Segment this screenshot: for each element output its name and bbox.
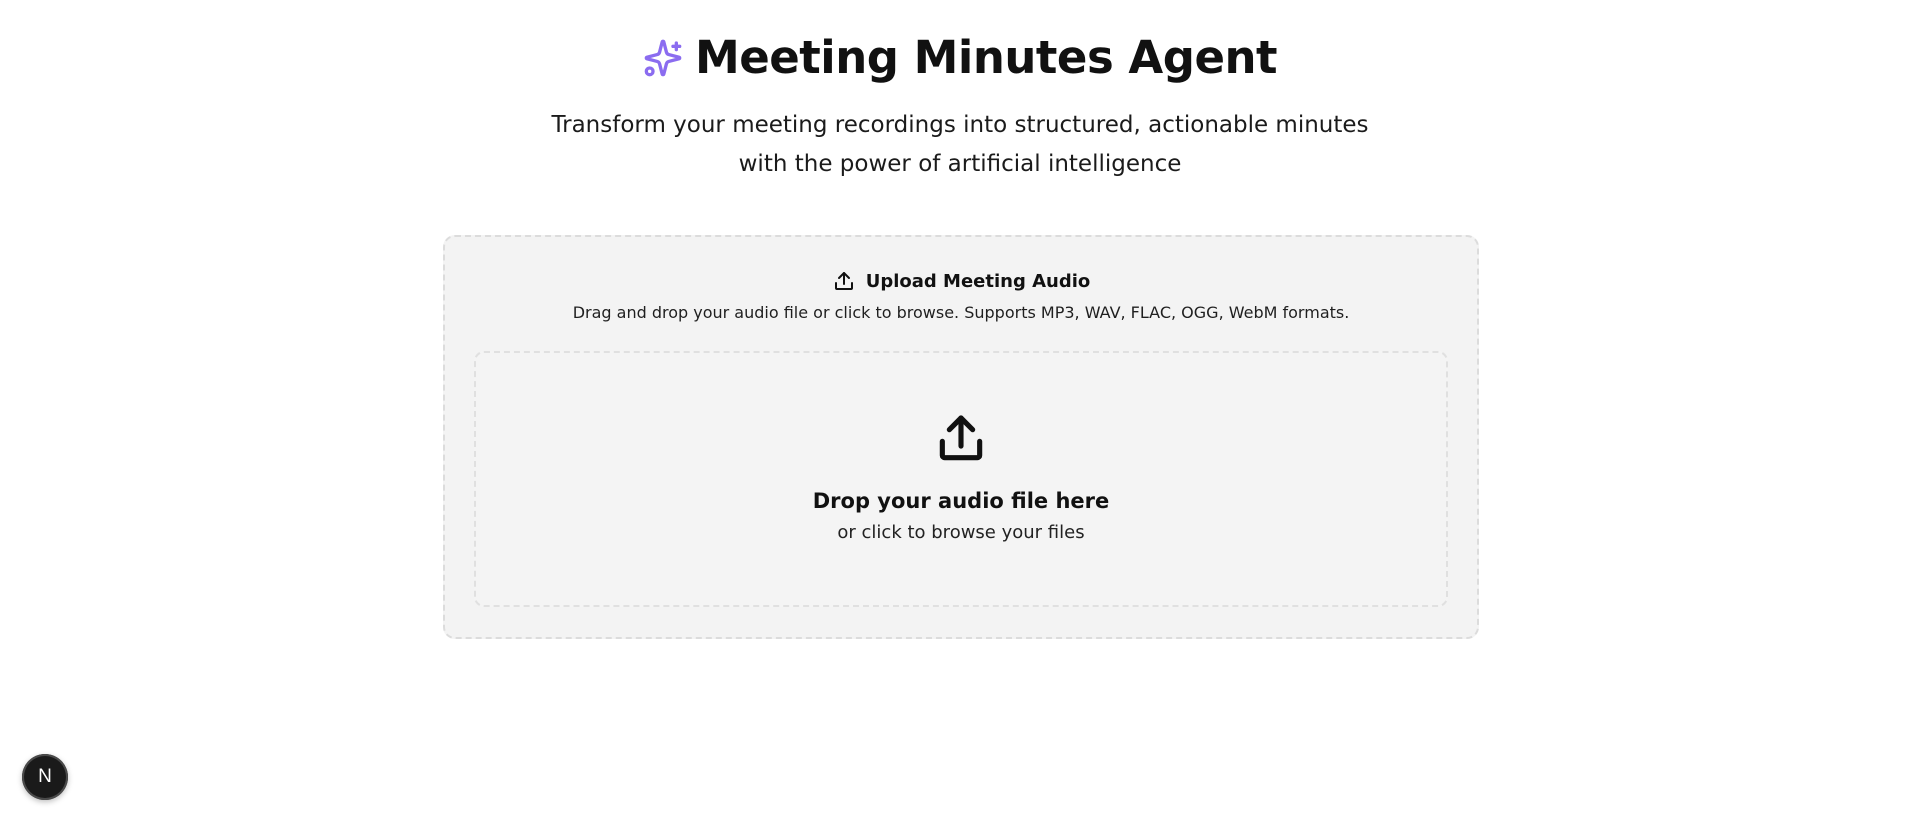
page-title: Meeting Minutes Agent [694,31,1278,84]
upload-card-description: Drag and drop your audio file or click t… [572,303,1350,322]
title-row: Meeting Minutes Agent [0,28,1920,88]
page-subtitle: Transform your meeting recordings into s… [551,112,1369,177]
page: Meeting Minutes Agent Transform your mee… [0,0,1920,820]
dropzone-subtitle: or click to browse your files [837,522,1085,543]
upload-icon [832,269,856,293]
dropzone-title: Drop your audio file here [812,489,1110,513]
upload-card-header: Upload Meeting Audio Drag and drop your … [445,267,1477,323]
upload-icon [933,411,989,467]
upload-card-title-row: Upload Meeting Audio [445,267,1477,295]
nextjs-icon: N [38,766,52,787]
audio-dropzone[interactable]: Drop your audio file here or click to br… [474,351,1448,607]
sparkles-icon [643,38,683,78]
upload-card: Upload Meeting Audio Drag and drop your … [443,235,1479,639]
upload-card-title: Upload Meeting Audio [865,270,1091,292]
nextjs-dev-badge[interactable]: N [22,754,68,800]
hero-header: Meeting Minutes Agent Transform your mee… [0,28,1920,184]
